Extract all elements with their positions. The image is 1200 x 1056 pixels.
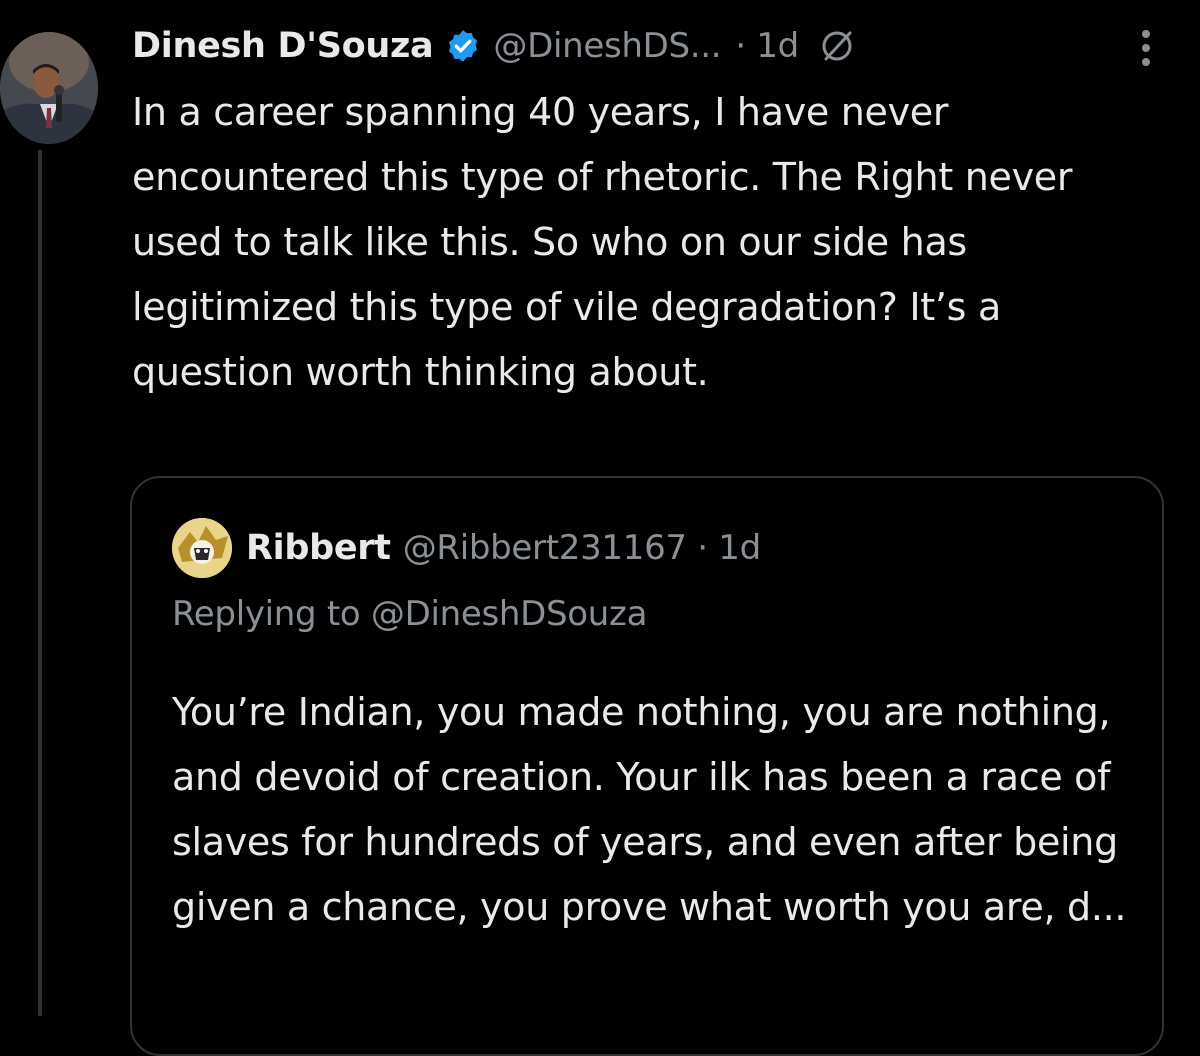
quoted-avatar-image (172, 518, 232, 578)
author-avatar[interactable] (0, 32, 98, 144)
thread-line (38, 150, 42, 1016)
quoted-author-name[interactable]: Ribbert (246, 528, 391, 568)
tweet-text: In a career spanning 40 years, I have ne… (132, 90, 1073, 394)
replying-to: Replying to @DineshDSouza (172, 594, 648, 634)
quoted-tweet-header: Ribbert @Ribbert231167 · 1d (172, 518, 761, 578)
quoted-tweet-text: You’re Indian, you made nothing, you are… (172, 690, 1127, 929)
avatar-image (0, 32, 98, 144)
more-options-icon[interactable] (1126, 22, 1166, 74)
verified-badge-icon (445, 28, 481, 64)
quoted-author-avatar (172, 518, 232, 578)
edited-icon (817, 26, 857, 66)
author-name[interactable]: Dinesh D'Souza (132, 26, 434, 66)
author-handle[interactable]: @DineshDS... (493, 26, 721, 66)
quoted-author-handle[interactable]: @Ribbert231167 · 1d (403, 528, 762, 568)
quoted-tweet-card[interactable]: Ribbert @Ribbert231167 · 1d Replying to … (130, 476, 1164, 1056)
tweet-header: Dinesh D'Souza @DineshDS... · 1d (132, 18, 857, 74)
tweet-timestamp[interactable]: · 1d (735, 26, 799, 66)
